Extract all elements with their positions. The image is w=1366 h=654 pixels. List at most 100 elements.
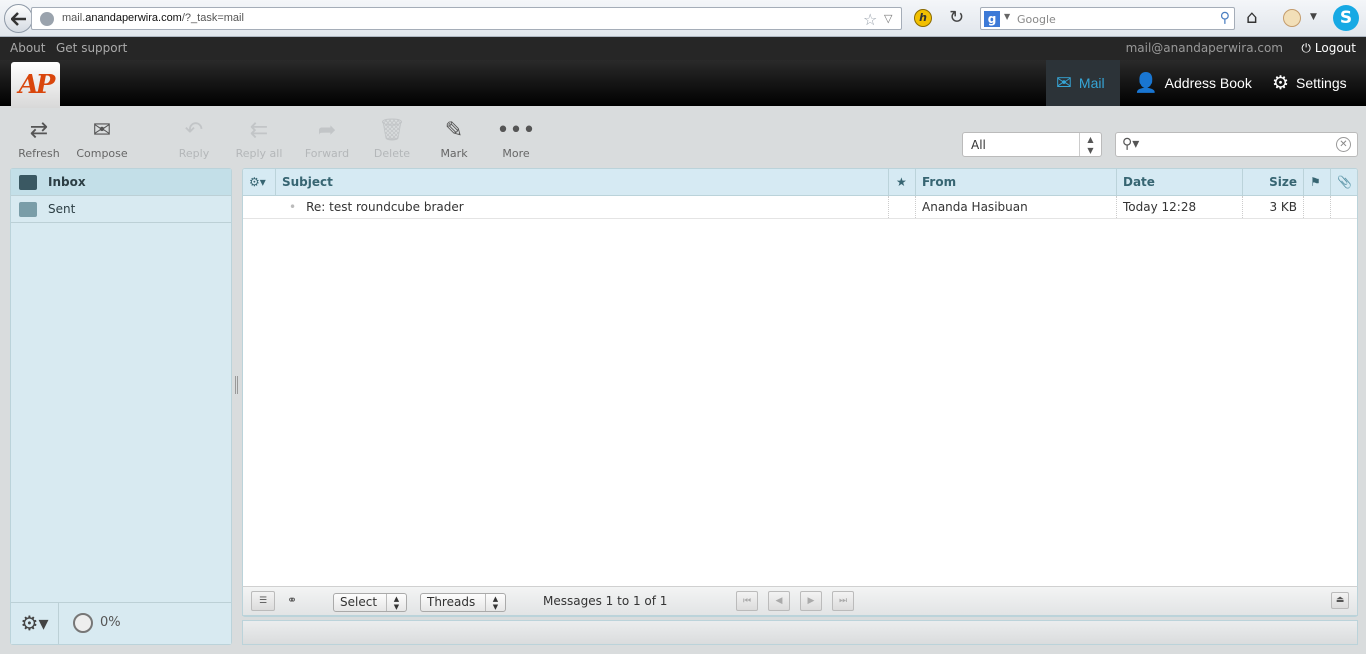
last-page-icon[interactable]: ⏭: [832, 591, 854, 611]
nav-address-book[interactable]: 👤 Address Book: [1134, 60, 1252, 106]
row-from[interactable]: Ananda Hasibuan: [916, 196, 1117, 218]
search-engine-caret-icon[interactable]: ▼: [1004, 12, 1010, 21]
home-icon[interactable]: ⌂: [1246, 7, 1257, 28]
google-icon[interactable]: g: [984, 11, 1000, 27]
thread-view-icon[interactable]: ⚭: [287, 593, 297, 607]
search-icon[interactable]: ⚲: [1220, 10, 1230, 26]
nav-mail[interactable]: ✉ Mail: [1046, 60, 1120, 106]
about-link[interactable]: About: [10, 41, 45, 55]
threads-label: Threads: [427, 595, 476, 609]
mail-search-input[interactable]: ⚲▾ ✕: [1115, 132, 1358, 157]
trash-icon: 🗑: [378, 118, 406, 143]
back-arrow-icon: [10, 11, 26, 26]
url-bar[interactable]: mail.anandaperwira.com/?_task=mail ☆ ▽: [31, 7, 902, 30]
profile-caret-icon[interactable]: ▼: [1310, 12, 1317, 22]
reply-all-button[interactable]: ⇇ Reply all: [229, 118, 289, 160]
nav-address-book-label: Address Book: [1164, 75, 1252, 91]
mark-button[interactable]: ✎ Mark: [424, 118, 484, 160]
col-attachment-icon[interactable]: 📎: [1331, 169, 1357, 196]
username: mail@anandaperwira.com: [1125, 41, 1283, 55]
refresh-button[interactable]: ⇄ Refresh: [9, 118, 69, 160]
profile-face-icon[interactable]: [1283, 9, 1301, 27]
compose-icon: ✉: [92, 118, 112, 143]
col-flag-icon[interactable]: ⚑: [1304, 169, 1331, 196]
folder-inbox[interactable]: Inbox: [11, 169, 231, 196]
row-flag[interactable]: [1304, 196, 1331, 218]
logout-button[interactable]: ⏻ Logout: [1301, 41, 1356, 56]
folder-sent[interactable]: Sent: [11, 196, 231, 223]
col-date[interactable]: Date: [1117, 169, 1243, 196]
delete-label: Delete: [373, 147, 411, 160]
more-button[interactable]: ••• More: [486, 118, 546, 160]
col-flag-star-icon[interactable]: ★: [889, 169, 916, 196]
row-subject[interactable]: • Re: test roundcube brader: [283, 196, 889, 218]
mark-label: Mark: [440, 147, 468, 160]
reset-search-icon[interactable]: ✕: [1336, 137, 1351, 152]
reply-icon: ↶: [184, 118, 204, 143]
folder-list: Inbox Sent ⚙▾ 0%: [10, 168, 232, 645]
forward-button[interactable]: ➦ Forward: [297, 118, 357, 160]
browser-search-box[interactable]: g ▼ Google ⚲: [980, 7, 1235, 30]
folder-actions-gear-icon[interactable]: ⚙▾: [11, 603, 59, 644]
filter-select[interactable]: All ▲ ▼: [962, 132, 1102, 157]
bookmark-star-icon[interactable]: ☆: [863, 10, 877, 29]
nav-settings-label: Settings: [1296, 75, 1347, 91]
col-from[interactable]: From: [916, 169, 1117, 196]
reply-all-icon: ⇇: [249, 118, 269, 143]
more-label: More: [502, 147, 530, 160]
folder-footer: ⚙▾ 0%: [11, 602, 231, 644]
power-icon: ⏻: [1301, 41, 1311, 55]
quota-text: 0%: [100, 615, 121, 630]
compose-label: Compose: [76, 147, 128, 160]
extension-h-icon[interactable]: h: [914, 9, 932, 27]
threads-arrows-icon: ▲ ▼: [485, 594, 505, 611]
logo[interactable]: AP: [11, 62, 60, 108]
row-star[interactable]: [889, 196, 916, 218]
folder-sent-label: Sent: [48, 202, 76, 216]
reply-button[interactable]: ↶ Reply: [164, 118, 224, 160]
sent-icon: [19, 201, 37, 217]
toggle-preview-icon[interactable]: ⏏: [1331, 592, 1349, 609]
list-view-icon[interactable]: ☰: [251, 591, 275, 611]
next-page-icon[interactable]: ▶: [800, 591, 822, 611]
reload-icon[interactable]: ↻: [949, 7, 964, 28]
nav-settings[interactable]: ⚙ Settings: [1272, 60, 1347, 106]
filter-selected: All: [971, 138, 986, 152]
unread-dot-icon: •: [289, 200, 297, 214]
forward-label: Forward: [304, 147, 350, 160]
more-icon: •••: [496, 118, 536, 143]
list-options-gear-icon[interactable]: ⚙▾: [243, 169, 276, 196]
table-row[interactable]: • Re: test roundcube brader Ananda Hasibu…: [243, 196, 1357, 219]
prev-page-icon[interactable]: ◀: [768, 591, 790, 611]
back-button[interactable]: [4, 4, 33, 33]
first-page-icon[interactable]: ⏮: [736, 591, 758, 611]
reply-all-label: Reply all: [235, 147, 283, 160]
skype-icon[interactable]: S: [1333, 5, 1359, 31]
select-arrows-icon: ▲ ▼: [1079, 133, 1101, 156]
logout-label: Logout: [1314, 41, 1356, 55]
search-options-icon[interactable]: ⚲▾: [1122, 136, 1139, 152]
delete-button[interactable]: 🗑 Delete: [362, 118, 422, 160]
mail-icon: ✉: [1056, 72, 1072, 94]
globe-icon: [40, 12, 54, 26]
message-list: ⚙▾ Subject ★ From Date Size ⚑ 📎 • Re: tes…: [242, 168, 1358, 617]
header: AP ✉ Mail 👤 Address Book ⚙ Settings: [0, 60, 1366, 108]
support-link[interactable]: Get support: [56, 41, 127, 55]
col-subject[interactable]: Subject: [276, 169, 889, 196]
quota-pie-icon: [73, 613, 93, 633]
nav-mail-label: Mail: [1078, 75, 1105, 91]
row-size: 3 KB: [1243, 196, 1304, 218]
folder-inbox-label: Inbox: [48, 175, 86, 189]
pane-splitter[interactable]: [235, 376, 238, 394]
refresh-label: Refresh: [18, 147, 60, 160]
list-footer: ☰ ⚭ Select ▲ ▼ Threads ▲ ▼ Messages 1 to 1…: [242, 586, 1358, 616]
url-dropdown-icon[interactable]: ▽: [884, 12, 892, 25]
select-arrows-icon: ▲ ▼: [386, 594, 406, 611]
select-menu[interactable]: Select ▲ ▼: [333, 593, 407, 612]
browser-search-placeholder: Google: [1017, 13, 1056, 26]
inbox-icon: [19, 174, 37, 190]
threads-menu[interactable]: Threads ▲ ▼: [420, 593, 506, 612]
col-size[interactable]: Size: [1243, 169, 1304, 196]
row-subject-text: Re: test roundcube brader: [306, 200, 464, 214]
compose-button[interactable]: ✉ Compose: [72, 118, 132, 160]
